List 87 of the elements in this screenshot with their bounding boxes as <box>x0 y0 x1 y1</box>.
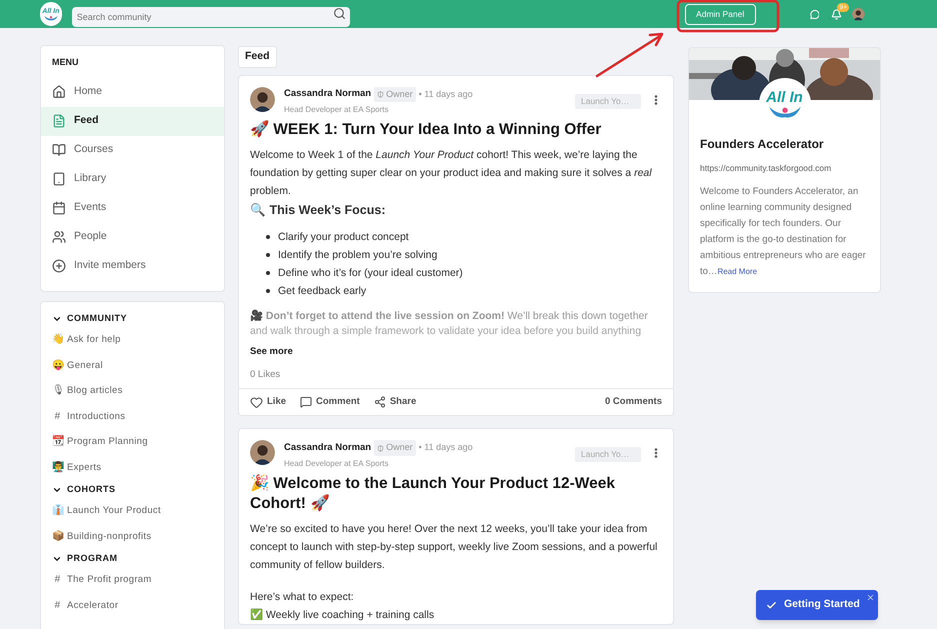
close-icon[interactable] <box>866 593 875 602</box>
read-more-link[interactable]: Read More <box>717 266 758 276</box>
search-icon[interactable] <box>332 7 346 20</box>
post-time: • 11 days ago <box>418 88 473 101</box>
menu-item[interactable]: Feed <box>41 106 224 136</box>
user-avatar[interactable] <box>852 7 865 21</box>
channel-icon: 👨‍🏫 <box>52 462 63 473</box>
book-icon <box>52 143 66 157</box>
channel-icon: # <box>52 412 63 422</box>
channel-item[interactable]: 📦 Building-nonprofits <box>52 524 213 550</box>
comment-button[interactable]: Comment <box>300 395 360 410</box>
channel-icon: 📆 <box>52 437 63 448</box>
community-description: Welcome to Founders Accelerator, an online learning community designed specifically for tech founders. Our platform is the go-to destination for ambitious entrepreneurs who are eager to…Read More <box>700 184 867 279</box>
bullet-icon <box>266 253 270 257</box>
menu-item[interactable]: Events <box>41 194 224 222</box>
channel-icon: 👔 <box>52 506 63 516</box>
menu-item[interactable]: Library <box>41 164 224 194</box>
comments-count[interactable]: 0 Comments <box>604 395 662 410</box>
section-header[interactable]: COMMUNITY <box>52 310 213 328</box>
channel-item[interactable]: # Accelerator <box>52 593 213 618</box>
bullet-icon <box>266 235 270 239</box>
author-title: Head Developer at EA Sports <box>284 104 390 116</box>
author-title: Head Developer at EA Sports <box>284 458 390 470</box>
share-icon <box>374 396 386 408</box>
list-item: Clarify your product concept <box>278 230 409 245</box>
post-title: 🚀 WEEK 1: Turn Your Idea Into a Winning Offer <box>250 120 602 140</box>
post-time: • 11 days ago <box>418 441 473 454</box>
share-button[interactable]: Share <box>374 395 416 410</box>
author-name[interactable]: Cassandra Norman <box>284 440 372 456</box>
plus-circle-icon <box>52 259 66 273</box>
getting-started-button[interactable]: Getting Started <box>756 590 878 620</box>
menu-item[interactable]: Courses <box>41 136 224 164</box>
list-item: Identify the problem you’re solving <box>278 248 438 263</box>
bullet-icon <box>266 289 270 293</box>
chat-icon[interactable] <box>810 8 820 20</box>
search-field[interactable]: Search community <box>72 7 350 27</box>
channel-item[interactable]: # The Profit program <box>52 568 213 593</box>
calendar-icon <box>52 201 66 215</box>
post-text: Here’s what to expect: <box>250 590 355 605</box>
menu-item[interactable]: Home <box>41 78 224 106</box>
channel-icon: 📦 <box>52 532 63 542</box>
section-header[interactable]: COHORTS <box>52 480 213 498</box>
channel-item[interactable]: 😛 General <box>52 353 213 378</box>
channel-item[interactable]: 📆 Program Planning <box>52 430 213 455</box>
channel-icon: 👋 <box>52 335 63 346</box>
section-header[interactable]: PROGRAM <box>52 550 213 568</box>
channel-item[interactable]: 🎙 Blog articles <box>52 378 213 404</box>
post-text: Welcome to Week 1 of the Launch Your Product cohort! This week, we’re laying the foundation by getting super clear on your product idea and making sure it solves a real problem. <box>250 148 653 200</box>
channel-item[interactable]: 👔 Launch Your Product <box>52 498 213 524</box>
section-heading: 🔍 This Week’s Focus: <box>250 202 386 220</box>
tablet-icon <box>52 172 66 186</box>
avatar <box>250 440 275 466</box>
community-name: Founders Accelerator <box>700 136 825 153</box>
check-icon <box>766 600 777 610</box>
channel-item[interactable]: 👋 Ask for help <box>52 328 213 353</box>
like-button[interactable]: Like <box>250 395 286 410</box>
feed-title: Feed <box>238 46 277 68</box>
post-title: 🎉 Welcome to the Launch Your Product 12-Week Cohort! 🚀 <box>250 474 616 514</box>
post-text: We’re so excited to have you here! Over the next 12 weeks, you’ll take your idea from concept to launch with step-by-step support, weekly live Zoom sessions, and a powerful community of fellow builders. <box>250 522 658 573</box>
channel-icon: # <box>52 600 63 611</box>
post-text: ✅ Weekly live coaching + training calls <box>250 608 436 623</box>
community-url[interactable]: https://community.taskforgood.com <box>700 162 869 175</box>
role-badge: Owner <box>374 440 416 456</box>
house-icon <box>52 85 66 99</box>
menu-item[interactable]: Invite members <box>41 252 224 280</box>
comment-icon <box>300 396 312 408</box>
role-badge: Owner <box>374 86 416 102</box>
post-text: and walk through a simple framework to validate your idea before you build anything <box>250 325 642 338</box>
channel-icon: # <box>52 575 63 586</box>
channel-item[interactable]: 👨‍🏫 Experts <box>52 455 213 480</box>
document-icon <box>52 114 66 128</box>
channel-icon: 😛 <box>52 360 63 371</box>
see-more-link[interactable]: See more <box>250 345 293 360</box>
bullet-icon <box>266 271 270 275</box>
avatar <box>250 86 275 112</box>
author-name[interactable]: Cassandra Norman <box>284 87 372 102</box>
list-item: Define who it’s for (your ideal customer) <box>278 266 463 281</box>
likes-count: 0 Likes <box>250 368 282 382</box>
channel-item[interactable]: # Introductions <box>52 404 213 430</box>
post-text: 🎥 Don’t forget to attend the live session on Zoom! We’ll break this down together <box>250 308 649 324</box>
notification-icon[interactable] <box>831 8 842 20</box>
heart-icon <box>250 396 263 409</box>
users-icon <box>52 230 66 244</box>
list-item: Get feedback early <box>278 284 366 299</box>
menu-item[interactable]: People <box>41 222 224 252</box>
channel-icon: 🎙 <box>52 386 63 396</box>
menu-title: MENU <box>51 56 80 69</box>
